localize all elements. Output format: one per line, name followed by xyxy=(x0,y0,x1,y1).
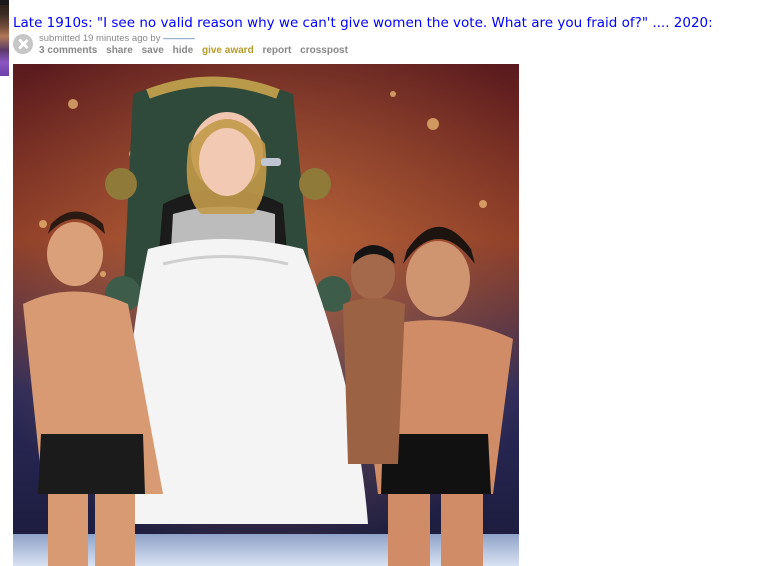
post-thumbnail[interactable] xyxy=(0,0,9,76)
save-button[interactable]: save xyxy=(142,45,164,56)
comments-button[interactable]: 3 comments xyxy=(39,45,97,56)
post-tagline: submitted 19 minutes ago by –––––– xyxy=(39,33,195,44)
post-title-link[interactable]: Late 1910s: "I see no valid reason why w… xyxy=(13,15,713,31)
close-icon[interactable] xyxy=(13,34,33,54)
post-buttons: 3 comments share save hide give award re… xyxy=(39,45,354,56)
tagline-prefix: submitted 19 minutes ago by xyxy=(39,33,161,44)
hide-button[interactable]: hide xyxy=(173,45,194,56)
report-button[interactable]: report xyxy=(262,45,291,56)
thumbnail-top xyxy=(0,0,9,5)
share-button[interactable]: share xyxy=(106,45,133,56)
post-image[interactable] xyxy=(13,64,519,566)
crosspost-button[interactable]: crosspost xyxy=(300,45,348,56)
author-link[interactable]: –––––– xyxy=(163,33,195,44)
give-award-button[interactable]: give award xyxy=(202,45,254,56)
stage-photo-illustration xyxy=(13,64,519,566)
